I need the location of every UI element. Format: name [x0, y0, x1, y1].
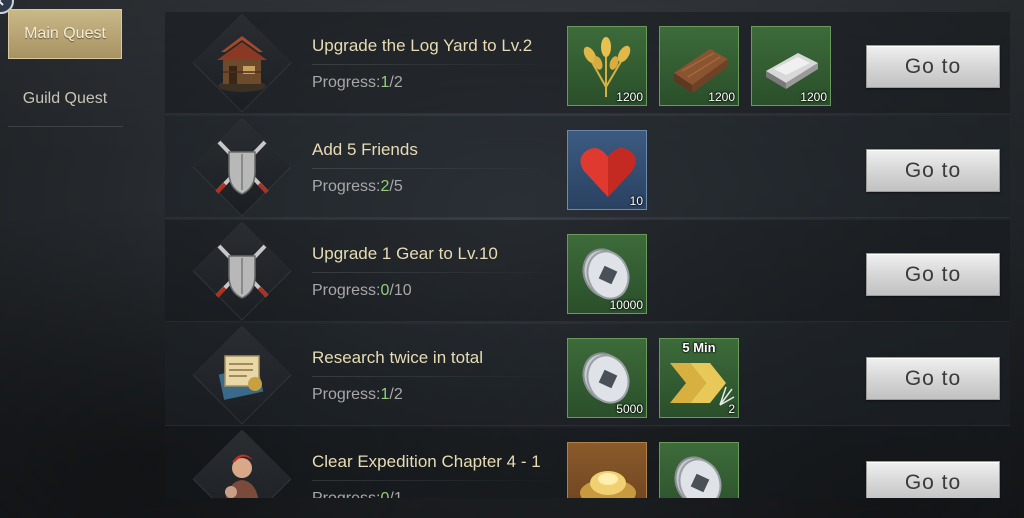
- reward-item[interactable]: 1200: [567, 26, 647, 106]
- quest-row: Upgrade the Log Yard to Lv.2 Progress:1/…: [165, 12, 1010, 114]
- go-to-button[interactable]: Go to: [866, 461, 1000, 498]
- reward-count: 1200: [616, 90, 643, 104]
- progress-total: /10: [389, 282, 412, 299]
- go-to-button[interactable]: Go to: [866, 45, 1000, 88]
- quest-row: Clear Expedition Chapter 4 - 1 Progress:…: [165, 428, 1010, 498]
- reward-count: 1200: [708, 90, 735, 104]
- reward-count: 10: [629, 194, 643, 208]
- reward-count: 10000: [609, 298, 643, 312]
- go-to-button[interactable]: Go to: [866, 149, 1000, 192]
- quest-title: Research twice in total: [312, 348, 484, 367]
- reward-item[interactable]: 5000: [567, 338, 647, 418]
- crossed-swords-shield-icon: [215, 244, 269, 299]
- sidebar-divider: [8, 126, 123, 127]
- quest-row: Add 5 Friends Progress:2/5 10 Go to: [165, 116, 1010, 218]
- research-scroll-icon: [218, 355, 264, 400]
- reward-item[interactable]: 10: [567, 130, 647, 210]
- quest-progress: Progress:1/2: [312, 386, 403, 403]
- tab-guild-quest[interactable]: Guild Quest: [8, 74, 122, 124]
- quest-progress: Progress:0/1: [312, 490, 403, 498]
- silver-coin-icon: [674, 456, 722, 498]
- progress-total: /2: [389, 386, 403, 403]
- quest-progress: Progress:0/10: [312, 282, 412, 299]
- reward-count: 2: [728, 402, 735, 416]
- quest-category-sidebar: Main Quest Guild Quest: [0, 0, 165, 518]
- reward-item[interactable]: [567, 442, 647, 498]
- reward-item[interactable]: 10000: [567, 234, 647, 314]
- quest-icon-frame: [179, 13, 305, 113]
- quest-title: Clear Expedition Chapter 4 - 1: [312, 452, 541, 471]
- quest-progress: Progress:2/5: [312, 178, 403, 195]
- quest-icon-frame: [179, 117, 305, 217]
- progress-total: /1: [389, 490, 402, 498]
- quest-row: Research twice in total Progress:1/2 500…: [165, 324, 1010, 426]
- progress-total: /2: [389, 74, 403, 91]
- tab-main-quest[interactable]: Main Quest: [8, 9, 122, 59]
- reward-item[interactable]: 1200: [751, 26, 831, 106]
- go-to-button[interactable]: Go to: [866, 253, 1000, 296]
- reward-item[interactable]: 5 Min 2: [659, 338, 739, 418]
- reward-duration: 5 Min: [682, 340, 716, 355]
- go-to-button[interactable]: Go to: [866, 357, 1000, 400]
- crossed-swords-shield-icon: [215, 140, 269, 195]
- reward-item[interactable]: 1200: [659, 26, 739, 106]
- quest-progress: Progress:1/2: [312, 74, 403, 91]
- quest-title: Add 5 Friends: [312, 140, 418, 159]
- quest-row: Upgrade 1 Gear to Lv.10 Progress:0/10 10…: [165, 220, 1010, 322]
- quest-icon-frame: [179, 325, 305, 425]
- quest-icon-frame: [179, 429, 305, 498]
- reward-count: 5000: [616, 402, 643, 416]
- progress-total: /5: [389, 178, 403, 195]
- quest-title: Upgrade the Log Yard to Lv.2: [312, 36, 533, 55]
- quest-title: Upgrade 1 Gear to Lv.10: [312, 244, 498, 263]
- warrior-portrait-icon: [225, 454, 259, 498]
- gold-ingot-icon: [580, 471, 636, 498]
- quest-list[interactable]: Upgrade the Log Yard to Lv.2 Progress:1/…: [165, 12, 1010, 498]
- quest-icon-frame: [179, 221, 305, 321]
- reward-item[interactable]: [659, 442, 739, 498]
- reward-count: 1200: [800, 90, 827, 104]
- log-yard-building-icon: [217, 36, 267, 92]
